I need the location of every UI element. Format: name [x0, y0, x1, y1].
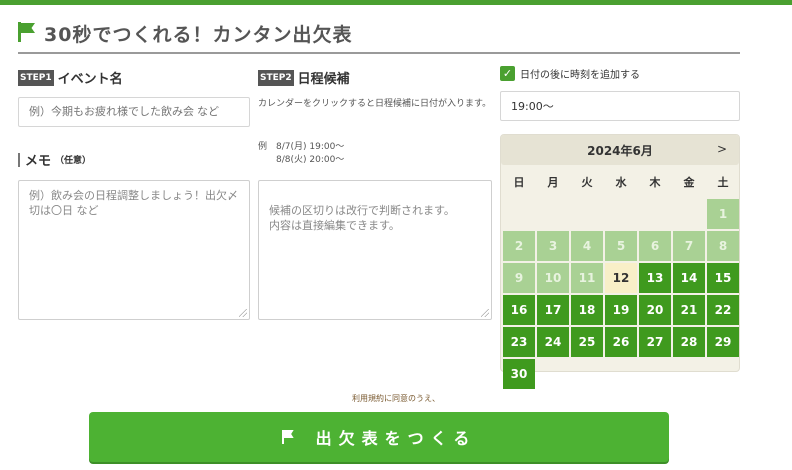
- calendar-day[interactable]: 29: [707, 327, 739, 357]
- calendar-empty-cell: [639, 199, 671, 229]
- terms-text: 利用規約に同意のうえ、: [352, 394, 440, 403]
- calendar-grid: 日月火水木金土 1 2 3 4 5 6 7 8 9 10 11 12 13 14 15 16 17 18 19 20 21…: [503, 167, 739, 389]
- step2-label: STEP2 日程候補: [258, 68, 350, 87]
- calendar-empty-cell: [571, 199, 603, 229]
- calendar-day[interactable]: 27: [639, 327, 671, 357]
- weekday-header: 月: [547, 176, 559, 189]
- next-month-button[interactable]: >: [717, 142, 727, 156]
- calendar-day[interactable]: 24: [537, 327, 569, 357]
- step1-badge: STEP1: [18, 69, 54, 86]
- memo-title: メモ: [25, 154, 52, 169]
- calendar-day[interactable]: 16: [503, 295, 535, 325]
- weekday-header: 木: [649, 176, 661, 189]
- date-candidates-textarea[interactable]: 候補の区切りは改行で判断されます。 内容は直接編集できます。: [258, 180, 492, 320]
- calendar-day: 1: [707, 199, 739, 229]
- calendar-day[interactable]: 12: [605, 263, 637, 293]
- step2-badge: STEP2: [258, 69, 294, 86]
- calendar-day: 11: [571, 263, 603, 293]
- top-accent-line: [0, 0, 792, 5]
- weekday-header: 日: [513, 176, 525, 189]
- calendar-day[interactable]: 28: [673, 327, 705, 357]
- memo-optional: （任意）: [55, 156, 92, 166]
- calendar-day[interactable]: 18: [571, 295, 603, 325]
- checkbox-checked-icon[interactable]: ✓: [500, 66, 515, 81]
- step1-title: イベント名: [57, 72, 123, 87]
- calendar-day: 2: [503, 231, 535, 261]
- calendar-day: 3: [537, 231, 569, 261]
- calendar-day: 9: [503, 263, 535, 293]
- calendar-day[interactable]: 22: [707, 295, 739, 325]
- memo-placeholder: 例）飲み会の日程調整しましょう！出欠〆切は〇日 など: [29, 189, 238, 217]
- calendar-empty-cell: [605, 199, 637, 229]
- time-value: 19:00～: [511, 100, 554, 113]
- add-time-option[interactable]: ✓ 日付の後に時刻を追加する: [500, 66, 640, 81]
- weekday-header: 金: [683, 176, 695, 189]
- flag-icon: [18, 22, 36, 44]
- calendar-day: 8: [707, 231, 739, 261]
- page-title: 30秒でつくれる！カンタン出欠表: [44, 24, 353, 46]
- add-time-label: 日付の後に時刻を追加する: [520, 70, 640, 81]
- calendar-empty-cell: [673, 199, 705, 229]
- memo-label: メモ （任意）: [18, 150, 91, 169]
- calendar-day[interactable]: 13: [639, 263, 671, 293]
- calendar-empty-cell: [537, 199, 569, 229]
- calendar-day[interactable]: 26: [605, 327, 637, 357]
- calendar-day: 6: [639, 231, 671, 261]
- example-line-1: 例 8/7(月) 19:00～: [258, 142, 345, 152]
- calendar-day[interactable]: 23: [503, 327, 535, 357]
- create-attendance-button[interactable]: 出欠表をつくる: [89, 412, 669, 462]
- calendar-day: 5: [605, 231, 637, 261]
- calendar-day: 7: [673, 231, 705, 261]
- weekday-header: 水: [615, 176, 627, 189]
- time-input[interactable]: 19:00～: [500, 91, 740, 121]
- step2-title: 日程候補: [297, 72, 350, 87]
- calendar-day[interactable]: 14: [673, 263, 705, 293]
- calendar-header: 2024年6月 >: [501, 135, 739, 165]
- example-line-2: 8/8(火) 20:00～: [276, 155, 345, 165]
- memo-textarea[interactable]: 例）飲み会の日程調整しましょう！出欠〆切は〇日 など: [18, 180, 250, 320]
- resize-handle-icon[interactable]: [239, 309, 247, 317]
- calendar-day[interactable]: 30: [503, 359, 535, 389]
- calendar-day[interactable]: 17: [537, 295, 569, 325]
- resize-handle-icon[interactable]: [481, 309, 489, 317]
- calendar-help-text: カレンダーをクリックすると日程候補に日付が入ります。: [258, 99, 492, 109]
- memo-bar: [18, 152, 20, 167]
- step1-label: STEP1 イベント名: [18, 68, 123, 87]
- calendar-day: 4: [571, 231, 603, 261]
- create-button-label: 出欠表をつくる: [315, 429, 477, 448]
- calendar-empty-cell: [503, 199, 535, 229]
- calendar-day[interactable]: 19: [605, 295, 637, 325]
- calendar-day[interactable]: 15: [707, 263, 739, 293]
- date-candidates-placeholder: 候補の区切りは改行で判断されます。 内容は直接編集できます。: [269, 204, 455, 232]
- weekday-header: 土: [717, 176, 729, 189]
- calendar-month-label: 2024年6月: [587, 143, 653, 158]
- event-name-input[interactable]: [18, 97, 250, 127]
- calendar-day[interactable]: 25: [571, 327, 603, 357]
- calendar-day: 10: [537, 263, 569, 293]
- flag-icon: [281, 430, 296, 444]
- calendar: 2024年6月 > 日月火水木金土 1 2 3 4 5 6 7 8 9 10 11 12 13 14 15 16…: [500, 134, 740, 389]
- page-header: 30秒でつくれる！カンタン出欠表: [18, 20, 740, 54]
- calendar-day[interactable]: 21: [673, 295, 705, 325]
- weekday-header: 火: [581, 176, 593, 189]
- calendar-day[interactable]: 20: [639, 295, 671, 325]
